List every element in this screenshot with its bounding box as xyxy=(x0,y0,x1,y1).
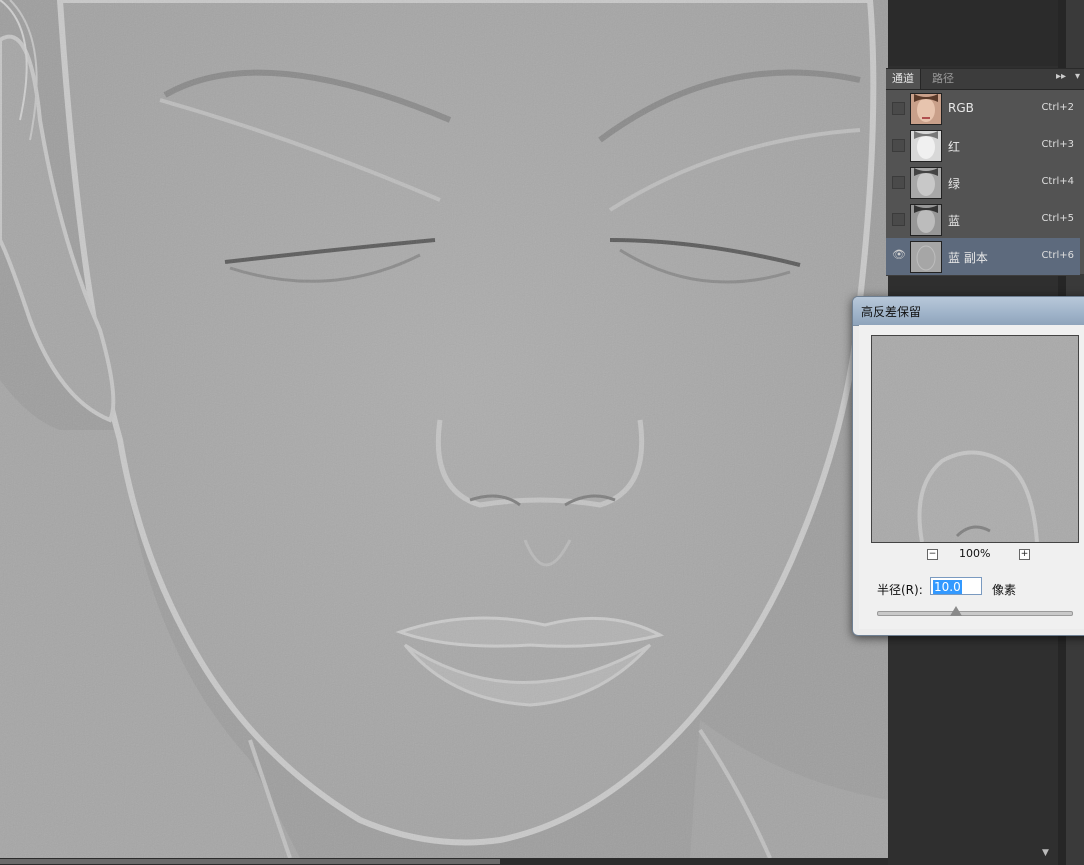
channel-shortcut: Ctrl+2 xyxy=(1041,102,1074,113)
channel-row-blue-copy[interactable]: 👁 蓝 副本 Ctrl+6 xyxy=(886,238,1080,276)
radius-label: 半径(R): xyxy=(877,583,923,597)
channel-name: 蓝 副本 xyxy=(948,251,988,265)
slider-thumb[interactable] xyxy=(949,606,962,616)
eye-icon[interactable]: 👁 xyxy=(892,248,906,261)
channel-name: 红 xyxy=(948,140,961,154)
visibility-toggle[interactable] xyxy=(892,139,905,152)
channel-row-blue[interactable]: 蓝 Ctrl+5 xyxy=(886,201,1080,239)
tab-paths[interactable]: 路径 xyxy=(926,69,960,89)
channels-panel: 通道 路径 ▸▸ ▾ RGB Ctrl+2 红 Ctrl+3 绿 Ctrl+4 … xyxy=(886,68,1084,276)
radius-value: 10.0 xyxy=(933,580,962,594)
channel-thumbnail xyxy=(910,204,942,236)
document-canvas[interactable] xyxy=(0,0,888,858)
high-pass-dialog: 高反差保留 − 100% + 半径(R): 10.0 像素 xyxy=(852,296,1084,636)
channel-row-green[interactable]: 绿 Ctrl+4 xyxy=(886,164,1080,202)
channel-name: RGB xyxy=(948,101,974,115)
zoom-out-button[interactable]: − xyxy=(927,549,938,560)
visibility-toggle[interactable] xyxy=(892,213,905,226)
panel-menu-icon[interactable]: ▾ xyxy=(1075,71,1080,82)
channel-thumbnail xyxy=(910,93,942,125)
scrollbar-thumb[interactable] xyxy=(0,859,500,864)
high-pass-face-image xyxy=(0,0,888,858)
radius-unit: 像素 xyxy=(992,583,1017,597)
channel-name: 蓝 xyxy=(948,214,961,228)
channel-thumbnail xyxy=(910,167,942,199)
filter-preview[interactable] xyxy=(871,335,1079,543)
visibility-toggle[interactable] xyxy=(892,176,905,189)
channel-thumbnail xyxy=(910,130,942,162)
panel-tabs: 通道 路径 ▸▸ ▾ xyxy=(886,69,1084,90)
dialog-title-bar[interactable]: 高反差保留 xyxy=(853,297,1084,326)
channel-thumbnail xyxy=(910,241,942,273)
channel-name: 绿 xyxy=(948,177,961,191)
channel-shortcut: Ctrl+6 xyxy=(1041,250,1074,261)
channel-row-red[interactable]: 红 Ctrl+3 xyxy=(886,127,1080,165)
visibility-toggle[interactable] xyxy=(892,102,905,115)
zoom-level: 100% xyxy=(959,547,991,560)
radius-input[interactable]: 10.0 xyxy=(930,577,982,595)
channel-shortcut: Ctrl+4 xyxy=(1041,176,1074,187)
radius-slider[interactable] xyxy=(877,606,1073,616)
dialog-title: 高反差保留 xyxy=(861,305,922,319)
dialog-body: − 100% + 半径(R): 10.0 像素 xyxy=(859,325,1084,629)
panel-collapse-icon[interactable]: ▸▸ xyxy=(1056,71,1066,82)
tab-channels[interactable]: 通道 xyxy=(886,69,921,89)
scroll-down-arrow-icon[interactable]: ▼ xyxy=(1042,848,1049,858)
channel-shortcut: Ctrl+3 xyxy=(1041,139,1074,150)
channel-row-rgb[interactable]: RGB Ctrl+2 xyxy=(886,90,1080,128)
channel-shortcut: Ctrl+5 xyxy=(1041,213,1074,224)
panel-dock-top xyxy=(888,0,1058,66)
horizontal-scrollbar[interactable] xyxy=(0,858,888,865)
zoom-in-button[interactable]: + xyxy=(1019,549,1030,560)
